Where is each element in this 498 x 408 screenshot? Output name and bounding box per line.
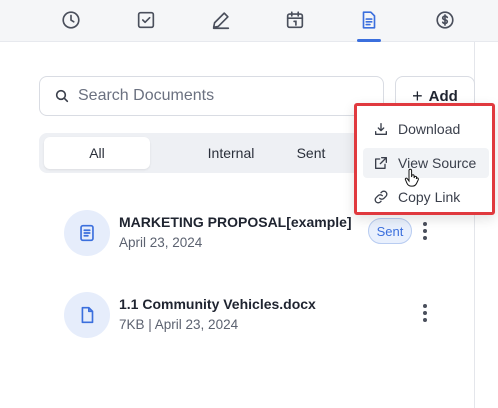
hand-cursor-icon — [404, 168, 419, 187]
clock-icon[interactable] — [59, 8, 83, 32]
download-icon — [375, 123, 387, 135]
menu-item-view-source[interactable]: View Source — [363, 148, 489, 178]
more-options-icon[interactable] — [420, 220, 430, 242]
pen-icon[interactable] — [209, 8, 233, 32]
checkbox-icon[interactable] — [134, 8, 158, 32]
more-options-icon[interactable] — [420, 302, 430, 324]
search-icon — [55, 89, 69, 103]
document-date: April 23, 2024 — [119, 235, 203, 250]
search-input[interactable]: Search Documents — [39, 76, 384, 116]
list-item[interactable]: 1.1 Community Vehicles.docx 7KB | April … — [64, 292, 484, 338]
tab-all[interactable]: All — [44, 137, 150, 169]
status-badge: Sent — [368, 218, 412, 244]
document-icon[interactable] — [357, 8, 381, 32]
document-icon — [64, 210, 110, 256]
filter-tabs: All Internal Sent — [39, 133, 369, 173]
top-toolbar — [0, 0, 498, 42]
tab-sent[interactable]: Sent — [271, 137, 351, 169]
active-tab-indicator — [357, 39, 381, 42]
menu-item-copy-link[interactable]: Copy Link — [363, 182, 489, 212]
document-title: 1.1 Community Vehicles.docx — [119, 296, 316, 312]
menu-item-label: Download — [398, 121, 461, 137]
link-icon — [374, 190, 388, 204]
list-item[interactable]: MARKETING PROPOSAL[example] April 23, 20… — [64, 210, 484, 256]
add-button-label: Add — [428, 87, 458, 105]
dollar-icon[interactable] — [433, 8, 457, 32]
context-menu: Download View Source Copy Link — [354, 103, 495, 215]
document-title: MARKETING PROPOSAL[example] — [119, 214, 352, 230]
menu-item-download[interactable]: Download — [363, 114, 489, 144]
document-meta: 7KB | April 23, 2024 — [119, 317, 239, 332]
external-link-icon — [375, 157, 387, 169]
calendar-icon[interactable] — [283, 8, 307, 32]
file-icon — [64, 292, 110, 338]
menu-item-label: Copy Link — [398, 189, 461, 205]
search-placeholder: Search Documents — [78, 87, 215, 104]
